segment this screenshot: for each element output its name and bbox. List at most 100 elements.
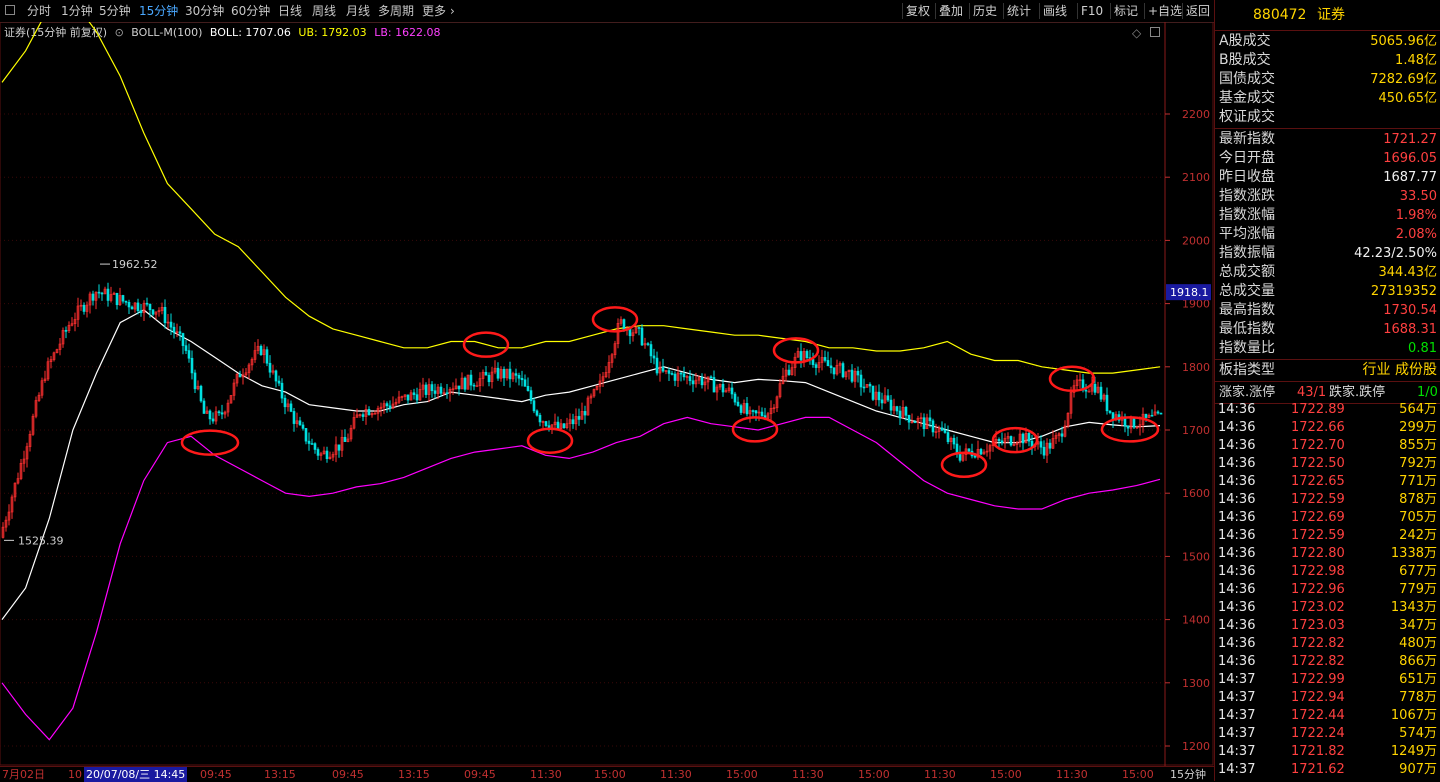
candle-body (1042, 446, 1046, 456)
period-tab-5[interactable]: 60分钟 (231, 0, 270, 22)
tick-row: 14:36 1722.98 677万 (1215, 563, 1440, 581)
tick-time: 14:36 (1218, 618, 1256, 633)
candle-body (316, 449, 320, 456)
period-tab-4[interactable]: 30分钟 (185, 0, 224, 22)
period-tab-8[interactable]: 月线 (346, 0, 370, 22)
tick-row: 14:36 1722.70 855万 (1215, 437, 1440, 455)
candle-body (652, 355, 656, 359)
toolbar-button-0[interactable]: 复权 (902, 3, 933, 19)
candle-body (1144, 413, 1148, 418)
time-label: 11:30 (924, 768, 956, 781)
candle-body (811, 359, 815, 365)
row-value: 7282.69亿 (1370, 72, 1437, 87)
row-label: 最新指数 (1219, 131, 1275, 147)
toolbar-button-7[interactable]: +自选 (1144, 3, 1185, 19)
row-label: B股成交 (1219, 52, 1271, 68)
candle-body (469, 374, 473, 386)
row-value[interactable]: 行业 成份股 (1363, 361, 1437, 380)
tick-row: 14:37 1721.62 907万 (1215, 761, 1440, 779)
high-annotation: 1962.52 (112, 258, 158, 271)
y-tick-label: 1200 (1182, 740, 1210, 753)
toolbar-button-8[interactable]: 返回 (1182, 3, 1213, 19)
low-annotation: 1525.39 (18, 534, 64, 547)
candle-body (583, 411, 587, 416)
tick-volume: 855万 (1399, 438, 1437, 453)
toolbar-button-1[interactable]: 叠加 (935, 3, 966, 19)
y-tick-label: 1400 (1182, 614, 1210, 627)
index-name: 证券 (1317, 7, 1345, 23)
tick-volume: 677万 (1399, 564, 1437, 579)
tick-price: 1722.80 (1291, 546, 1345, 561)
y-tick-label: 1300 (1182, 677, 1210, 690)
tick-volume: 779万 (1399, 582, 1437, 597)
candle-body (880, 399, 884, 404)
period-tab-3[interactable]: 15分钟 (139, 0, 178, 22)
candle-body (184, 345, 188, 351)
candle-body (544, 421, 548, 426)
candle-body (997, 439, 1001, 442)
highlight-circle (526, 427, 574, 454)
quote-panel: 880472 证券 A股成交 5065.96亿 B股成交 1.48亿 国债成交 7282.… (1214, 0, 1440, 781)
candle-body (859, 374, 863, 388)
period-tab-2[interactable]: 5分钟 (99, 0, 131, 22)
candle-body (202, 400, 206, 414)
tick-time: 14:36 (1218, 546, 1256, 561)
period-tab-9[interactable]: 多周期 (378, 0, 414, 22)
chart-frame (0, 22, 1214, 766)
candlestick-chart[interactable]: 1200130014001500160017001800190020002100… (0, 22, 1214, 766)
candle-body (649, 344, 653, 357)
toolbar-button-4[interactable]: 画线 (1039, 3, 1070, 19)
candle-body (973, 455, 977, 458)
row-label: 总成交额 (1219, 264, 1275, 280)
tick-price: 1722.44 (1291, 708, 1345, 723)
period-tab-0[interactable]: 分时 (27, 0, 51, 22)
candle-body (532, 400, 536, 412)
tick-time: 14:36 (1218, 420, 1256, 435)
tick-price: 1722.50 (1291, 456, 1345, 471)
window-icon[interactable] (5, 5, 15, 15)
candle-body (877, 391, 881, 401)
row-label: A股成交 (1219, 33, 1271, 49)
tick-price: 1721.62 (1291, 762, 1345, 777)
candle-body (556, 421, 560, 430)
time-label: 10 (68, 768, 82, 781)
candle-body (823, 357, 827, 361)
candle-body (1159, 412, 1163, 415)
chevron-right-icon[interactable]: › (450, 0, 455, 22)
tick-row: 14:36 1722.59 878万 (1215, 491, 1440, 509)
period-tab-6[interactable]: 日线 (278, 0, 302, 22)
tick-volume: 347万 (1399, 618, 1437, 633)
y-tick-label: 1700 (1182, 424, 1210, 437)
period-tab-10[interactable]: 更多 (422, 0, 446, 22)
candle-body (310, 443, 314, 445)
candle-body (121, 295, 125, 302)
tick-row: 14:36 1722.50 792万 (1215, 455, 1440, 473)
candle-body (520, 377, 524, 381)
candle-body (439, 386, 443, 394)
candle-body (445, 392, 449, 395)
candle-body (922, 417, 926, 430)
candle-body (1099, 386, 1103, 400)
time-label: 20/07/08/三 14:45 (84, 767, 188, 782)
tick-price: 1722.94 (1291, 690, 1345, 705)
stat-row: 最高指数 1730.54 (1215, 301, 1440, 320)
divider (1215, 128, 1440, 129)
stat-row: 指数振幅 42.23/2.50% (1215, 244, 1440, 263)
candle-body (661, 366, 665, 372)
candle-body (1108, 410, 1112, 413)
toolbar-button-2[interactable]: 历史 (969, 3, 1000, 19)
current-price-label: 1918.1 (1170, 286, 1209, 299)
tick-time: 14:36 (1218, 564, 1256, 579)
toolbar-button-3[interactable]: 统计 (1003, 3, 1034, 19)
toolbar-button-6[interactable]: 标记 (1110, 3, 1141, 19)
stat-row: 总成交量 27319352 (1215, 282, 1440, 301)
stat-row: 昨日收盘 1687.77 (1215, 168, 1440, 187)
candle-body (238, 373, 242, 378)
index-code: 880472 (1253, 7, 1307, 23)
period-tab-7[interactable]: 周线 (312, 0, 336, 22)
period-toolbar: 分时 1分钟 5分钟 15分钟 30分钟 60分钟 日线 周线 月线 多周期 更多 › 复权 叠加 历史统… (0, 0, 1214, 23)
row-value: 1730.54 (1383, 303, 1437, 318)
period-tab-1[interactable]: 1分钟 (61, 0, 93, 22)
tick-price: 1722.99 (1291, 672, 1345, 687)
toolbar-button-5[interactable]: F10 (1077, 3, 1106, 19)
